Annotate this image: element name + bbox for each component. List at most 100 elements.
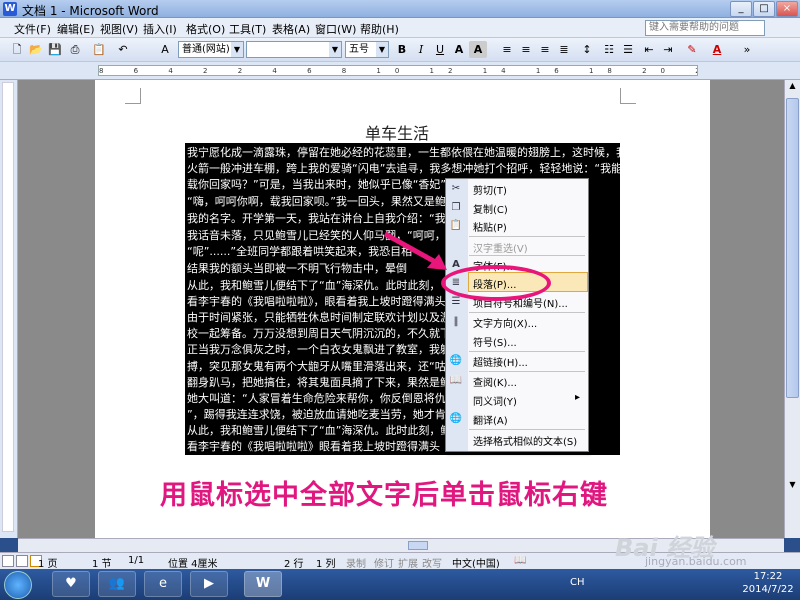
word-taskbar-button[interactable]: W — [244, 571, 282, 597]
menu-insert[interactable]: 插入(I) — [143, 21, 177, 37]
bullets-toolbar-icon[interactable]: ☰ — [619, 41, 637, 58]
toolbar-options-icon[interactable]: » — [738, 41, 756, 58]
status-ovr[interactable]: 改写 — [422, 555, 442, 570]
chevron-down-icon[interactable]: ▼ — [329, 42, 341, 57]
text-line[interactable]: 正当我万念俱灰之时，一个白衣女鬼飘进了教室，我躲 — [187, 341, 451, 357]
normal-view-icon[interactable] — [2, 555, 14, 567]
text-line[interactable]: 看李宇春的《我唱啦啦啦》眼看着我上坡时蹬得满头 — [187, 438, 440, 454]
menu-table[interactable]: 表格(A) — [272, 21, 310, 37]
save-icon[interactable]: 💾 — [46, 41, 64, 58]
text-line[interactable]: 我的名字。开学第一天，我站在讲台上自我介绍：“我叫 — [187, 210, 457, 226]
menu-separator — [469, 312, 585, 313]
text-line[interactable]: 翻身趴马，把她搞住，将其鬼面具摘了下来，果然是鲍 — [187, 374, 451, 390]
document-title[interactable]: 单车生活 — [365, 120, 429, 144]
hscroll-thumb[interactable] — [408, 541, 428, 550]
bold-button[interactable]: B — [393, 41, 411, 58]
menu-item-hyperlink[interactable]: 超链接(H)... — [473, 354, 528, 369]
vertical-scrollbar[interactable]: ▲ ▼ — [784, 80, 800, 538]
print-icon[interactable]: ⎙ — [66, 41, 84, 58]
justify-icon[interactable]: ≣ — [555, 41, 573, 58]
chevron-down-icon[interactable]: ▼ — [231, 42, 243, 57]
font-select[interactable]: ▼ — [246, 41, 342, 58]
menu-edit[interactable]: 编辑(E) — [57, 21, 95, 37]
char-border-button[interactable]: A — [450, 41, 468, 58]
menu-item-synonyms[interactable]: 同义词(Y) — [473, 393, 517, 408]
margin-marker — [125, 88, 141, 104]
text-line[interactable]: 从此，我和鲍雪儿便结下了“血”海深仇。此时此刻， — [187, 277, 440, 293]
new-document-icon[interactable]: 🗋 — [8, 41, 26, 58]
italic-button[interactable]: I — [412, 41, 430, 58]
menu-window[interactable]: 窗口(W) — [315, 21, 356, 37]
minimize-button[interactable]: _ — [730, 1, 752, 17]
web-view-icon[interactable] — [16, 555, 28, 567]
text-line[interactable]: 结果我的额头当即被一不明飞行物击中，晕倒 — [187, 260, 407, 276]
text-line[interactable]: 搏，突见那女鬼有两个大龅牙从嘴里滑落出来，还“咕 — [187, 358, 446, 374]
menu-tools[interactable]: 工具(T) — [229, 21, 266, 37]
ruler-scale[interactable]: 8 6 4 2 2 4 6 8 10 12 14 16 18 20 22 24 … — [98, 65, 698, 76]
menu-separator — [469, 255, 585, 256]
help-search-input[interactable]: 键入需要帮助的问题 — [645, 20, 765, 36]
menu-item-text-direction[interactable]: 文字方向(X)... — [473, 315, 537, 330]
text-line[interactable]: 校一起筹备。万万没想到周日天气阴沉沉的，不久就下 — [187, 325, 451, 341]
instruction-caption: 用鼠标选中全部文字后单击鼠标右键 — [160, 480, 608, 511]
status-trk[interactable]: 修订 — [374, 555, 394, 570]
char-shading-button[interactable]: A — [469, 41, 487, 58]
decrease-indent-icon[interactable]: ⇤ — [640, 41, 658, 58]
maximize-button[interactable]: □ — [753, 1, 775, 17]
style-select[interactable]: 普通(网站) ▼ — [178, 41, 244, 58]
status-rec[interactable]: 录制 — [346, 555, 366, 570]
system-clock[interactable]: 17:22 2014/7/22 — [742, 570, 794, 596]
highlight-icon[interactable]: ✎ — [683, 41, 701, 58]
scroll-thumb[interactable] — [786, 98, 799, 398]
styles-icon[interactable]: A — [156, 41, 174, 58]
text-line[interactable]: “呢”......”全班同学都跟着哄笑起来，我恐目相 — [187, 243, 412, 259]
text-line[interactable]: 她大叫道：“人家冒着生命危险来帮你，你反倒恩将仇 — [187, 390, 446, 406]
vertical-ruler[interactable] — [2, 82, 14, 532]
menu-format[interactable]: 格式(O) — [186, 21, 225, 37]
align-center-icon[interactable]: ≡ — [517, 41, 535, 58]
media-app-icon[interactable]: ▶ — [190, 571, 228, 597]
menu-file[interactable]: 文件(F) — [14, 21, 51, 37]
word-app-icon[interactable]: W — [3, 2, 17, 16]
menu-item-select-similar[interactable]: 选择格式相似的文本(S) — [473, 433, 577, 448]
text-line[interactable]: 载你回家吗？”可是，当我出来时，她似乎已像“香妃” — [187, 176, 446, 192]
text-line[interactable]: 从此，我和鲍雪儿便结下了“血”海深仇。此时此刻，鲍 — [187, 422, 451, 438]
scroll-down-icon[interactable]: ▼ — [786, 480, 799, 494]
menu-item-paste[interactable]: 粘贴(P) — [473, 219, 507, 234]
numbering-icon[interactable]: ☷ — [600, 41, 618, 58]
paste-toolbar-icon[interactable]: 📋 — [90, 41, 108, 58]
underline-button[interactable]: U — [431, 41, 449, 58]
scroll-up-icon[interactable]: ▲ — [786, 81, 799, 95]
menu-item-cut[interactable]: 剪切(T) — [473, 182, 507, 197]
heart-app-icon[interactable]: ♥ — [52, 571, 90, 597]
open-icon[interactable]: 📂 — [27, 41, 45, 58]
menu-view[interactable]: 视图(V) — [100, 21, 138, 37]
font-size-select[interactable]: 五号 ▼ — [345, 41, 389, 58]
users-app-icon[interactable]: 👥 — [98, 571, 136, 597]
browser-app-icon[interactable]: e — [144, 571, 182, 597]
font-color-button[interactable]: A — [708, 41, 726, 58]
menu-item-copy[interactable]: 复制(C) — [473, 201, 508, 216]
menu-item-symbol[interactable]: 符号(S)... — [473, 334, 517, 349]
line-spacing-icon[interactable]: ↕ — [578, 41, 596, 58]
menu-help[interactable]: 帮助(H) — [360, 21, 399, 37]
text-line[interactable]: 看李宇春的《我唱啦啦啦》，眼看着我上坡时蹬得满头 — [187, 293, 446, 309]
text-line[interactable]: 火箭一般冲进车棚，跨上我的爱骑“闪电”去追寻，我多想冲她打个招呼，轻轻地说：“我… — [187, 160, 620, 176]
ime-indicator[interactable]: CH — [570, 577, 585, 588]
spelling-icon[interactable]: 📖 — [514, 555, 530, 567]
undo-icon[interactable]: ↶ — [114, 41, 132, 58]
text-line[interactable]: “嗨，呵呵你啊，载我回家呗。”我一回头，果然又是鲍 — [187, 193, 446, 209]
align-left-icon[interactable]: ≡ — [498, 41, 516, 58]
close-button[interactable]: × — [776, 1, 798, 17]
chevron-down-icon[interactable]: ▼ — [376, 42, 388, 57]
menu-item-translate[interactable]: 翻译(A) — [473, 412, 508, 427]
status-ext[interactable]: 扩展 — [398, 555, 418, 570]
increase-indent-icon[interactable]: ⇥ — [659, 41, 677, 58]
start-button[interactable] — [4, 571, 32, 599]
menu-item-reconvert[interactable]: 汉字重选(V) — [473, 240, 528, 255]
text-line[interactable]: 由于时间紧张，只能牺牲休息时间制定联欢计划以及游 — [187, 309, 451, 325]
text-line[interactable]: 我宁愿化成一滴露珠，停留在她必经的花蕊里，一生都依偎在她温暖的翅膀上，这时候，我 — [187, 144, 620, 160]
text-line[interactable]: ”，踢得我连连求饶，被迫放血请她吃麦当劳，她才肯 — [187, 406, 446, 422]
menu-item-lookup[interactable]: 查阅(K)... — [473, 374, 517, 389]
align-right-icon[interactable]: ≡ — [536, 41, 554, 58]
